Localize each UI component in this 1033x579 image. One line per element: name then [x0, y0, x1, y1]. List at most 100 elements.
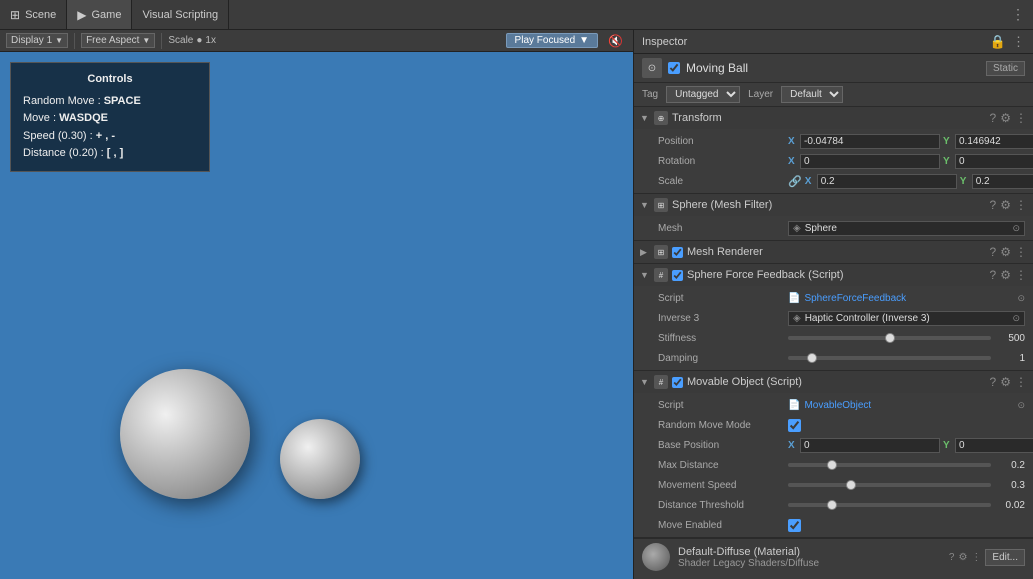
mo-distthresh-row: Distance Threshold 0.02 [634, 495, 1033, 515]
sf-damping-label: Damping [658, 353, 788, 364]
movable-object-help-icon[interactable]: ? [990, 375, 997, 389]
transform-header[interactable]: ▼ ⊕ Transform ? ⚙ ⋮ [634, 107, 1033, 129]
game-toolbar: Display 1 ▼ Free Aspect ▼ Scale ● 1x Pla… [0, 30, 633, 52]
sf-script-icon: 📄 [788, 293, 800, 304]
mo-basepos-x-input[interactable] [800, 438, 940, 453]
material-icons: ? ⚙ ⋮ [949, 549, 982, 566]
tag-label: Tag [642, 89, 658, 100]
controls-overlay: Controls Random Move : SPACE Move : WASD… [10, 62, 210, 172]
sphere-small [280, 419, 360, 499]
mo-speed-slider[interactable] [788, 483, 991, 487]
transform-body: Position X Y Z [634, 129, 1033, 193]
transform-more-icon[interactable]: ⋮ [1015, 111, 1027, 125]
scale-x-label: X [805, 176, 815, 187]
sf-inverse-select-btn[interactable]: ⊙ [1012, 313, 1020, 324]
mo-script-select-btn[interactable]: ⊙ [1017, 400, 1025, 411]
ctrl-distance: Distance (0.20) : [ , ] [23, 145, 197, 163]
mo-script-name[interactable]: MovableObject [804, 400, 871, 411]
mesh-renderer-header[interactable]: ▶ ⊞ Mesh Renderer ? ⚙ ⋮ [634, 241, 1033, 263]
sphere-force-component: ▼ # Sphere Force Feedback (Script) ? ⚙ ⋮… [634, 264, 1033, 371]
scale-y-input[interactable] [972, 174, 1033, 189]
mo-distthresh-value: 0.02 [995, 500, 1025, 511]
mo-basepos-label: Base Position [658, 440, 788, 451]
play-focused-button[interactable]: Play Focused ▼ [506, 33, 599, 48]
sphere-force-icon: # [654, 268, 668, 282]
position-y-input[interactable] [955, 134, 1033, 149]
rotation-y-label: Y [943, 156, 953, 167]
mesh-filter-more-icon[interactable]: ⋮ [1015, 198, 1027, 212]
mo-random-checkbox[interactable] [788, 419, 801, 432]
toolbar-divider-2 [161, 33, 162, 49]
mesh-renderer-icons: ? ⚙ ⋮ [990, 245, 1027, 259]
mesh-renderer-more-icon[interactable]: ⋮ [1015, 245, 1027, 259]
mesh-filter-icons: ? ⚙ ⋮ [990, 198, 1027, 212]
sphere-force-settings-icon[interactable]: ⚙ [1000, 268, 1011, 282]
mo-basepos-xyz: X Y Z [788, 438, 1033, 453]
sphere-force-arrow-icon: ▼ [640, 270, 650, 280]
material-settings-icon[interactable]: ⚙ [958, 552, 967, 563]
mo-maxdist-slider[interactable] [788, 463, 991, 467]
position-x-input[interactable] [800, 134, 940, 149]
scale-x-input[interactable] [817, 174, 957, 189]
sphere-force-checkbox[interactable] [672, 270, 683, 281]
sf-script-ref: 📄 SphereForceFeedback ⊙ [788, 293, 1025, 304]
mesh-renderer-help-icon[interactable]: ? [990, 245, 997, 259]
static-button[interactable]: Static [986, 61, 1025, 76]
sf-script-name[interactable]: SphereForceFeedback [804, 293, 906, 304]
movable-object-body: Script 📄 MovableObject ⊙ Random Move Mod… [634, 393, 1033, 537]
mesh-ref-select-btn[interactable]: ⊙ [1012, 223, 1020, 234]
position-xyz: X Y Z [788, 134, 1033, 149]
aspect-label: Free Aspect [86, 35, 139, 46]
tab-game[interactable]: ▶ Game [67, 0, 132, 29]
mo-basepos-y-input[interactable] [955, 438, 1033, 453]
tag-dropdown[interactable]: Untagged [666, 86, 740, 103]
sf-script-select-btn[interactable]: ⊙ [1017, 293, 1025, 304]
rotation-y-input[interactable] [955, 154, 1033, 169]
aspect-dropdown[interactable]: Free Aspect ▼ [81, 33, 155, 48]
material-actions: ? ⚙ ⋮ Edit... [949, 549, 1025, 566]
rotation-x-input[interactable] [800, 154, 940, 169]
tab-visual-scripting[interactable]: Visual Scripting [132, 0, 229, 29]
mesh-ref-icon: ◈ [793, 223, 801, 234]
movable-object-more-icon[interactable]: ⋮ [1015, 375, 1027, 389]
object-icon: ⊙ [642, 58, 662, 78]
mesh-renderer-checkbox[interactable] [672, 247, 683, 258]
layer-dropdown[interactable]: Default [781, 86, 843, 103]
inspector-lock-icon[interactable]: 🔒 [990, 34, 1006, 50]
mo-moveenabled-label: Move Enabled [658, 520, 788, 531]
movable-object-header[interactable]: ▼ # Movable Object (Script) ? ⚙ ⋮ [634, 371, 1033, 393]
mo-script-icon: 📄 [788, 400, 800, 411]
material-help-icon[interactable]: ? [949, 552, 955, 563]
sf-damping-slider[interactable] [788, 356, 991, 360]
object-active-checkbox[interactable] [668, 62, 680, 74]
sphere-force-help-icon[interactable]: ? [990, 268, 997, 282]
mesh-renderer-icon: ⊞ [654, 245, 668, 259]
material-edit-button[interactable]: Edit... [985, 549, 1025, 566]
object-header: ⊙ Moving Ball Static [634, 54, 1033, 83]
scale-field-label: Scale [658, 176, 788, 187]
scale-item: Scale ● 1x [168, 35, 216, 46]
sphere-force-header[interactable]: ▼ # Sphere Force Feedback (Script) ? ⚙ ⋮ [634, 264, 1033, 286]
mute-button[interactable]: 🔇 [604, 34, 627, 48]
scale-y-field: Y [960, 174, 1033, 189]
display-dropdown[interactable]: Display 1 ▼ [6, 33, 68, 48]
sphere-force-more-icon[interactable]: ⋮ [1015, 268, 1027, 282]
sf-stiffness-label: Stiffness [658, 333, 788, 344]
material-more-icon[interactable]: ⋮ [971, 552, 981, 563]
transform-settings-icon[interactable]: ⚙ [1000, 111, 1011, 125]
inspector-more-icon[interactable]: ⋮ [1012, 34, 1025, 50]
movable-object-checkbox[interactable] [672, 377, 683, 388]
transform-help-icon[interactable]: ? [990, 111, 997, 125]
tab-scene[interactable]: ⊞ Scene [0, 0, 67, 29]
mo-distthresh-slider[interactable] [788, 503, 991, 507]
more-options-icon[interactable]: ⋮ [1003, 6, 1033, 23]
movable-object-settings-icon[interactable]: ⚙ [1000, 375, 1011, 389]
mesh-filter-header[interactable]: ▼ ⊞ Sphere (Mesh Filter) ? ⚙ ⋮ [634, 194, 1033, 216]
mesh-renderer-settings-icon[interactable]: ⚙ [1000, 245, 1011, 259]
sf-stiffness-slider[interactable] [788, 336, 991, 340]
mo-script-row: Script 📄 MovableObject ⊙ [634, 395, 1033, 415]
mo-moveenabled-checkbox[interactable] [788, 519, 801, 532]
mesh-filter-help-icon[interactable]: ? [990, 198, 997, 212]
mesh-filter-settings-icon[interactable]: ⚙ [1000, 198, 1011, 212]
mo-script-ref: 📄 MovableObject ⊙ [788, 400, 1025, 411]
